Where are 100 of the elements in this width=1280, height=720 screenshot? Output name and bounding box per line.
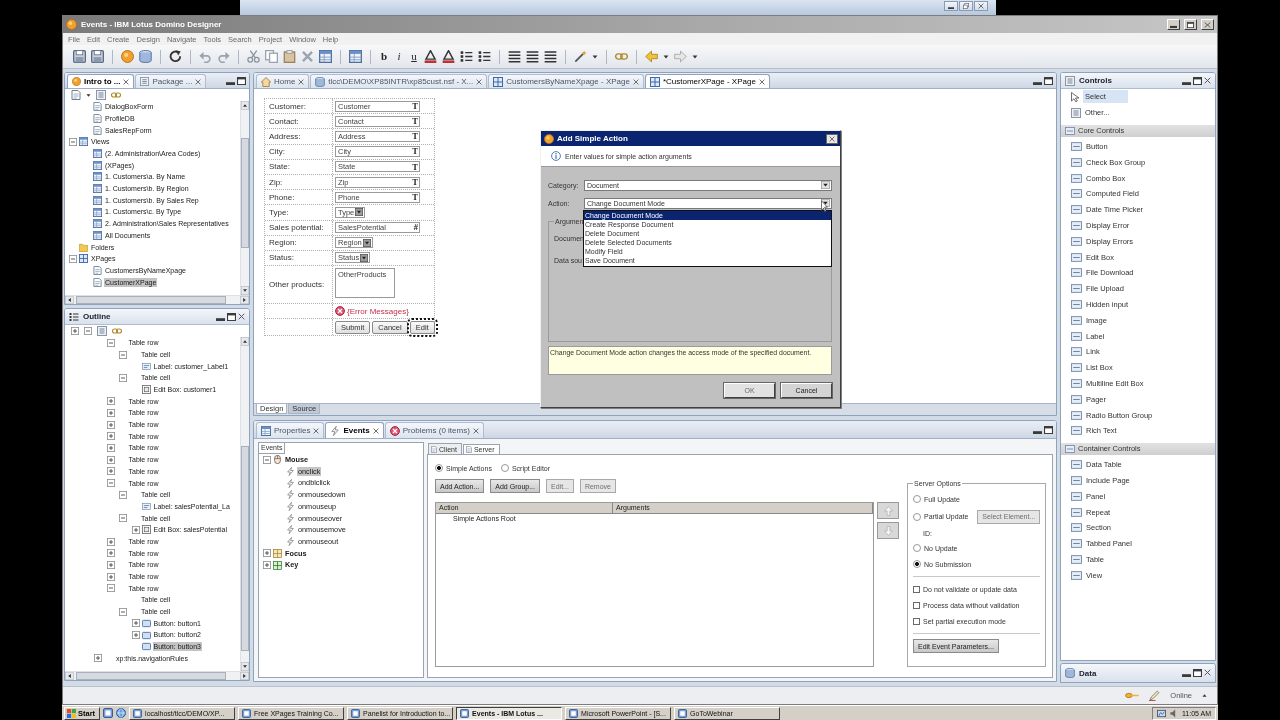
plus-box-icon[interactable] [106,455,115,464]
editor-tab[interactable]: CustomersByNameXpage - XPage [488,74,644,88]
plus-box-icon[interactable] [106,444,115,453]
maximize-button[interactable] [1184,19,1197,30]
close-icon[interactable] [195,78,202,85]
panel-tab[interactable]: Intro to ... [67,74,135,88]
minimize-button[interactable] [944,1,958,11]
plus-box-icon[interactable] [106,572,115,581]
minus-box-icon[interactable] [106,479,115,488]
speaker-icon[interactable] [1169,708,1178,718]
minus-box-icon[interactable] [119,350,127,359]
save-icon[interactable] [73,50,86,63]
caret-down-icon[interactable] [86,92,91,98]
highlight-icon[interactable] [442,50,455,63]
minus-box-icon[interactable] [119,607,127,616]
lines-box-icon[interactable] [96,90,106,100]
panel-tab[interactable]: Problems (0 items) [384,422,484,438]
scroll-right-icon[interactable] [240,296,249,304]
editor-tab[interactable]: *CustomerXPage - XPage [644,74,770,88]
align-right-icon[interactable] [544,50,557,63]
plus-box-icon[interactable] [106,397,115,406]
plus-box-icon[interactable] [106,420,115,429]
scrollbar-thumb[interactable] [241,446,249,651]
radio-button[interactable] [913,560,921,568]
scroll-up-icon[interactable] [241,337,249,346]
table-icon[interactable] [319,50,332,63]
align-center-icon[interactable] [526,50,539,63]
link-icon[interactable] [112,326,122,336]
scroll-left-icon[interactable] [65,296,74,304]
close-icon[interactable] [632,78,639,85]
checkbox[interactable] [913,617,920,625]
editor-tab[interactable]: Home [256,74,310,88]
scroll-down-icon[interactable] [241,286,249,295]
minus-box-icon[interactable] [119,514,127,523]
refresh-icon[interactable] [169,50,182,63]
checkbox[interactable] [913,601,920,609]
radio-button[interactable] [913,512,921,521]
bullet-list-icon[interactable] [460,50,473,63]
copy-icon[interactable] [265,50,278,63]
close-icon[interactable] [372,427,379,434]
maximize-icon[interactable] [1044,425,1053,434]
scroll-left-icon[interactable] [65,672,74,680]
caret-up-icon[interactable] [1202,693,1207,698]
maximize-icon[interactable] [227,312,236,321]
plus-box-icon[interactable] [94,654,102,663]
minus-box-icon[interactable] [84,327,92,335]
scroll-up-icon[interactable] [241,101,249,110]
table-icon[interactable] [349,50,362,63]
key-icon[interactable] [1125,691,1140,700]
scrollbar-thumb[interactable] [76,296,226,304]
radio-button[interactable] [913,544,921,552]
checkbox[interactable] [913,585,920,593]
paste-icon[interactable] [283,50,296,63]
minus-box-icon[interactable] [106,584,115,593]
horizontal-scrollbar[interactable] [65,671,249,680]
database-icon[interactable] [139,50,152,63]
plus-box-icon[interactable] [131,525,140,534]
pen-icon[interactable] [1149,690,1161,701]
horizontal-scrollbar[interactable] [65,295,249,304]
plus-box-icon[interactable] [106,467,115,476]
delete-icon[interactable] [301,50,314,63]
caret-down-icon[interactable] [592,53,598,60]
restore-button[interactable] [959,1,973,11]
maximize-icon[interactable] [237,76,246,85]
panel-tab[interactable]: Package ... [135,74,207,88]
panel-tab[interactable]: Properties [256,422,325,438]
close-icon[interactable] [313,427,320,434]
back-arrow-icon[interactable] [645,50,658,63]
save-all-icon[interactable] [91,50,104,63]
cut-icon[interactable] [247,50,260,63]
link-icon[interactable] [111,90,121,100]
wand-icon[interactable] [574,50,587,63]
close-icon[interactable] [472,427,479,434]
radio-button[interactable] [435,464,443,472]
scrollbar-thumb[interactable] [241,138,249,248]
plus-box-icon[interactable] [106,537,115,546]
close-icon[interactable] [476,78,483,85]
maximize-icon[interactable] [1193,669,1202,677]
radio-button[interactable] [500,464,509,472]
plus-box-icon[interactable] [263,561,271,570]
format-button[interactable]: u [409,51,419,62]
close-button[interactable] [826,133,838,144]
plus-box-icon[interactable] [131,631,140,640]
align-left-icon[interactable] [508,50,521,63]
plus-box-icon[interactable] [106,432,115,441]
plus-box-icon[interactable] [263,549,271,558]
format-button[interactable]: b [379,51,389,62]
panel-tab[interactable]: Events [325,422,384,438]
maximize-icon[interactable] [1193,76,1202,85]
close-icon[interactable] [1204,76,1211,84]
app-icon[interactable] [103,708,114,718]
caret-down-icon[interactable] [663,53,669,60]
link-icon[interactable] [615,50,628,63]
font-color-icon[interactable] [424,50,437,63]
minus-box-icon[interactable] [69,254,77,263]
lines-box-icon[interactable] [97,326,107,336]
plus-box-icon[interactable] [106,408,115,417]
scroll-right-icon[interactable] [240,672,249,680]
redo-icon[interactable] [217,50,230,63]
caret-down-icon[interactable] [692,53,698,60]
